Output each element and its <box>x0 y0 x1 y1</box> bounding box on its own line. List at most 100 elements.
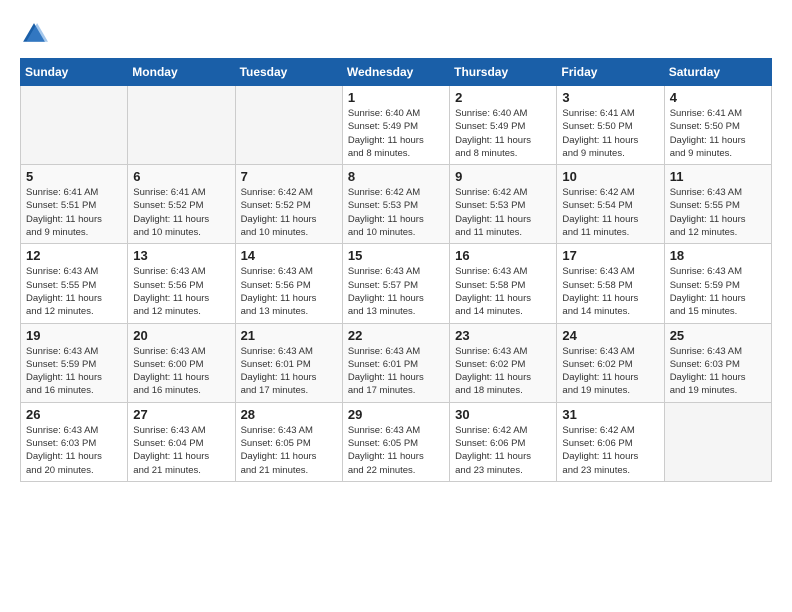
calendar-cell: 16Sunrise: 6:43 AM Sunset: 5:58 PM Dayli… <box>450 244 557 323</box>
calendar-week-row: 1 Sunrise: 6:40 AM Sunset: 5:49 PM Daylig… <box>21 86 772 165</box>
calendar-cell: 4 Sunrise: 6:41 AM Sunset: 5:50 PM Daylig… <box>664 86 771 165</box>
calendar-cell: 9 Sunrise: 6:42 AM Sunset: 5:53 PM Daylig… <box>450 165 557 244</box>
day-info: Sunrise: 6:43 AM Sunset: 5:58 PM Dayligh… <box>562 265 658 318</box>
calendar-table: SundayMondayTuesdayWednesdayThursdayFrid… <box>20 58 772 482</box>
calendar-cell: 11 Sunrise: 6:43 AM Sunset: 5:55 PM Dayli… <box>664 165 771 244</box>
calendar-cell <box>128 86 235 165</box>
day-info: Sunrise: 6:41 AM Sunset: 5:52 PM Dayligh… <box>133 186 229 239</box>
day-number: 18 <box>670 248 766 263</box>
day-info: Sunrise: 6:43 AM Sunset: 6:04 PM Dayligh… <box>133 424 229 477</box>
day-info: Sunrise: 6:42 AM Sunset: 5:53 PM Dayligh… <box>455 186 551 239</box>
calendar-cell: 17 Sunrise: 6:43 AM Sunset: 5:58 PM Dayli… <box>557 244 664 323</box>
day-info: Sunrise: 6:43 AM Sunset: 6:02 PM Dayligh… <box>562 345 658 398</box>
day-number: 27 <box>133 407 229 422</box>
header <box>20 20 772 48</box>
day-info: Sunrise: 6:43 AM Sunset: 5:56 PM Dayligh… <box>133 265 229 318</box>
calendar-cell: 27 Sunrise: 6:43 AM Sunset: 6:04 PM Dayli… <box>128 402 235 481</box>
day-info: Sunrise: 6:43 AM Sunset: 6:03 PM Dayligh… <box>670 345 766 398</box>
day-number: 5 <box>26 169 122 184</box>
day-number: 29 <box>348 407 444 422</box>
day-number: 16 <box>455 248 551 263</box>
day-of-week-header: Saturday <box>664 59 771 86</box>
calendar-cell: 2Sunrise: 6:40 AM Sunset: 5:49 PM Daylig… <box>450 86 557 165</box>
day-number: 3 <box>562 90 658 105</box>
calendar-header: SundayMondayTuesdayWednesdayThursdayFrid… <box>21 59 772 86</box>
calendar-cell: 20 Sunrise: 6:43 AM Sunset: 6:00 PM Dayli… <box>128 323 235 402</box>
day-info: Sunrise: 6:43 AM Sunset: 6:02 PM Dayligh… <box>455 345 551 398</box>
calendar-cell: 22Sunrise: 6:43 AM Sunset: 6:01 PM Dayli… <box>342 323 449 402</box>
calendar-cell: 14 Sunrise: 6:43 AM Sunset: 5:56 PM Dayli… <box>235 244 342 323</box>
day-of-week-header: Wednesday <box>342 59 449 86</box>
day-number: 19 <box>26 328 122 343</box>
day-number: 20 <box>133 328 229 343</box>
day-number: 31 <box>562 407 658 422</box>
day-number: 26 <box>26 407 122 422</box>
day-info: Sunrise: 6:43 AM Sunset: 5:59 PM Dayligh… <box>670 265 766 318</box>
day-number: 9 <box>455 169 551 184</box>
day-info: Sunrise: 6:43 AM Sunset: 6:05 PM Dayligh… <box>348 424 444 477</box>
calendar-week-row: 26 Sunrise: 6:43 AM Sunset: 6:03 PM Dayli… <box>21 402 772 481</box>
calendar-cell: 31 Sunrise: 6:42 AM Sunset: 6:06 PM Dayli… <box>557 402 664 481</box>
calendar-body: 1 Sunrise: 6:40 AM Sunset: 5:49 PM Daylig… <box>21 86 772 482</box>
day-number: 10 <box>562 169 658 184</box>
day-number: 11 <box>670 169 766 184</box>
day-of-week-header: Thursday <box>450 59 557 86</box>
calendar-cell: 15Sunrise: 6:43 AM Sunset: 5:57 PM Dayli… <box>342 244 449 323</box>
calendar-cell: 10Sunrise: 6:42 AM Sunset: 5:54 PM Dayli… <box>557 165 664 244</box>
day-info: Sunrise: 6:42 AM Sunset: 6:06 PM Dayligh… <box>455 424 551 477</box>
calendar-cell <box>21 86 128 165</box>
calendar-week-row: 19 Sunrise: 6:43 AM Sunset: 5:59 PM Dayli… <box>21 323 772 402</box>
day-info: Sunrise: 6:43 AM Sunset: 6:01 PM Dayligh… <box>241 345 337 398</box>
day-number: 17 <box>562 248 658 263</box>
day-info: Sunrise: 6:41 AM Sunset: 5:50 PM Dayligh… <box>562 107 658 160</box>
day-info: Sunrise: 6:42 AM Sunset: 5:53 PM Dayligh… <box>348 186 444 239</box>
calendar-cell: 29 Sunrise: 6:43 AM Sunset: 6:05 PM Dayli… <box>342 402 449 481</box>
day-info: Sunrise: 6:41 AM Sunset: 5:50 PM Dayligh… <box>670 107 766 160</box>
calendar-cell: 8Sunrise: 6:42 AM Sunset: 5:53 PM Daylig… <box>342 165 449 244</box>
day-number: 30 <box>455 407 551 422</box>
day-number: 14 <box>241 248 337 263</box>
day-number: 28 <box>241 407 337 422</box>
day-of-week-header: Friday <box>557 59 664 86</box>
day-of-week-header: Sunday <box>21 59 128 86</box>
day-info: Sunrise: 6:41 AM Sunset: 5:51 PM Dayligh… <box>26 186 122 239</box>
calendar-cell: 7Sunrise: 6:42 AM Sunset: 5:52 PM Daylig… <box>235 165 342 244</box>
calendar-cell: 13 Sunrise: 6:43 AM Sunset: 5:56 PM Dayli… <box>128 244 235 323</box>
calendar-cell: 5 Sunrise: 6:41 AM Sunset: 5:51 PM Daylig… <box>21 165 128 244</box>
calendar-cell: 24Sunrise: 6:43 AM Sunset: 6:02 PM Dayli… <box>557 323 664 402</box>
calendar-cell: 18 Sunrise: 6:43 AM Sunset: 5:59 PM Dayli… <box>664 244 771 323</box>
day-info: Sunrise: 6:43 AM Sunset: 5:59 PM Dayligh… <box>26 345 122 398</box>
day-number: 12 <box>26 248 122 263</box>
day-info: Sunrise: 6:43 AM Sunset: 6:00 PM Dayligh… <box>133 345 229 398</box>
day-number: 2 <box>455 90 551 105</box>
calendar-cell: 30 Sunrise: 6:42 AM Sunset: 6:06 PM Dayli… <box>450 402 557 481</box>
calendar-cell: 6 Sunrise: 6:41 AM Sunset: 5:52 PM Daylig… <box>128 165 235 244</box>
day-info: Sunrise: 6:43 AM Sunset: 5:55 PM Dayligh… <box>670 186 766 239</box>
day-info: Sunrise: 6:43 AM Sunset: 6:03 PM Dayligh… <box>26 424 122 477</box>
calendar-cell: 1 Sunrise: 6:40 AM Sunset: 5:49 PM Daylig… <box>342 86 449 165</box>
day-number: 13 <box>133 248 229 263</box>
day-info: Sunrise: 6:43 AM Sunset: 5:55 PM Dayligh… <box>26 265 122 318</box>
calendar-cell: 21Sunrise: 6:43 AM Sunset: 6:01 PM Dayli… <box>235 323 342 402</box>
day-info: Sunrise: 6:42 AM Sunset: 6:06 PM Dayligh… <box>562 424 658 477</box>
day-number: 6 <box>133 169 229 184</box>
day-number: 4 <box>670 90 766 105</box>
calendar-cell: 19 Sunrise: 6:43 AM Sunset: 5:59 PM Dayli… <box>21 323 128 402</box>
day-number: 15 <box>348 248 444 263</box>
day-info: Sunrise: 6:40 AM Sunset: 5:49 PM Dayligh… <box>348 107 444 160</box>
day-of-week-header: Tuesday <box>235 59 342 86</box>
calendar-cell: 12 Sunrise: 6:43 AM Sunset: 5:55 PM Dayli… <box>21 244 128 323</box>
calendar-week-row: 12 Sunrise: 6:43 AM Sunset: 5:55 PM Dayli… <box>21 244 772 323</box>
calendar-cell: 26 Sunrise: 6:43 AM Sunset: 6:03 PM Dayli… <box>21 402 128 481</box>
days-of-week-row: SundayMondayTuesdayWednesdayThursdayFrid… <box>21 59 772 86</box>
logo-icon <box>20 20 48 48</box>
day-info: Sunrise: 6:43 AM Sunset: 5:56 PM Dayligh… <box>241 265 337 318</box>
calendar-cell: 28 Sunrise: 6:43 AM Sunset: 6:05 PM Dayli… <box>235 402 342 481</box>
day-number: 25 <box>670 328 766 343</box>
calendar-cell: 3 Sunrise: 6:41 AM Sunset: 5:50 PM Daylig… <box>557 86 664 165</box>
day-info: Sunrise: 6:43 AM Sunset: 6:05 PM Dayligh… <box>241 424 337 477</box>
calendar-cell <box>664 402 771 481</box>
logo <box>20 20 52 48</box>
day-info: Sunrise: 6:43 AM Sunset: 6:01 PM Dayligh… <box>348 345 444 398</box>
day-number: 1 <box>348 90 444 105</box>
